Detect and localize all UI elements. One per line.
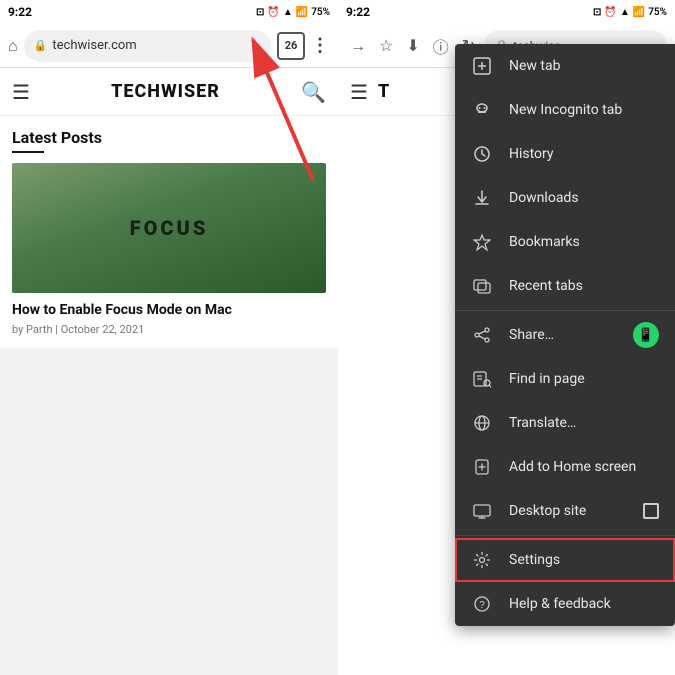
status-bar-left: 9:22 ⊡ ⏰ ▲ 📶 75% (0, 0, 338, 24)
battery-text: 75% (311, 7, 330, 18)
lock-icon-left: 🔒 (34, 39, 48, 52)
menu-item-desktop-site[interactable]: Desktop site (455, 489, 675, 533)
article-image-left: FOCUS (12, 163, 326, 293)
add-to-home-label: Add to Home screen (509, 459, 659, 475)
find-in-page-label: Find in page (509, 371, 659, 387)
left-panel: 9:22 ⊡ ⏰ ▲ 📶 75% ⌂ 🔒 techwiser.com 26 ⋮ … (0, 0, 338, 675)
notification-icon: ⊡ (256, 7, 264, 18)
desktop-site-checkbox[interactable] (643, 503, 659, 519)
address-bar-left: ⌂ 🔒 techwiser.com 26 ⋮ (0, 24, 338, 68)
alarm-icon: ⏰ (267, 7, 279, 18)
status-icons-right: ⊡ ⏰ ▲ 📶 75% (593, 7, 667, 18)
menu-item-recent-tabs[interactable]: Recent tabs (455, 264, 675, 308)
help-feedback-label: Help & feedback (509, 596, 659, 612)
find-in-page-icon (471, 368, 493, 390)
recent-tabs-label: Recent tabs (509, 278, 659, 294)
bookmarks-icon (471, 231, 493, 253)
url-box-left[interactable]: 🔒 techwiser.com (24, 30, 271, 62)
add-to-home-icon (471, 456, 493, 478)
status-bar-right: 9:22 ⊡ ⏰ ▲ 📶 75% (338, 0, 675, 24)
hamburger-icon-left[interactable]: ☰ (12, 80, 30, 104)
hamburger-icon-right[interactable]: ☰ (350, 80, 368, 104)
new-incognito-tab-label: New Incognito tab (509, 102, 659, 118)
battery-text-right: 75% (648, 7, 667, 18)
menu-item-history[interactable]: History (455, 132, 675, 176)
share-icon (471, 324, 493, 346)
info-icon[interactable]: ⓘ (429, 30, 453, 62)
translate-icon (471, 412, 493, 434)
forward-icon[interactable]: → (346, 32, 370, 60)
menu-item-translate[interactable]: Translate… (455, 401, 675, 445)
menu-button-left[interactable]: ⋮ (311, 35, 330, 56)
time-right: 9:22 (346, 5, 370, 19)
help-icon: ? (471, 593, 493, 615)
section-divider-left (12, 151, 44, 153)
home-icon-left[interactable]: ⌂ (8, 36, 18, 56)
focus-overlay-text: FOCUS (130, 216, 209, 240)
bookmarks-label: Bookmarks (509, 234, 659, 250)
settings-label: Settings (509, 552, 659, 568)
recent-tabs-icon (471, 275, 493, 297)
menu-item-settings[interactable]: Settings (455, 538, 675, 582)
site-logo-right: T (378, 81, 390, 102)
menu-item-find-in-page[interactable]: Find in page (455, 357, 675, 401)
menu-item-share[interactable]: Share… 📱 (455, 313, 675, 357)
menu-item-add-to-home[interactable]: Add to Home screen (455, 445, 675, 489)
article-meta-left: by Parth | October 22, 2021 (12, 323, 326, 336)
wifi-icon: 📶 (296, 7, 308, 18)
signal-icon: ▲ (283, 7, 293, 18)
signal-icon-right: ▲ (620, 7, 630, 18)
svg-text:?: ? (479, 600, 485, 611)
history-icon (471, 143, 493, 165)
menu-item-downloads[interactable]: Downloads (455, 176, 675, 220)
downloads-icon (471, 187, 493, 209)
history-label: History (509, 146, 659, 162)
site-header-left: ☰ TECHWISER 🔍 (0, 68, 338, 116)
incognito-icon (471, 99, 493, 121)
desktop-site-icon (471, 500, 493, 522)
tabs-button-left[interactable]: 26 (277, 32, 305, 60)
status-icons-left: ⊡ ⏰ ▲ 📶 75% (256, 7, 330, 18)
menu-divider-2 (455, 535, 675, 536)
content-area-left: Latest Posts FOCUS How to Enable Focus M… (0, 116, 338, 348)
translate-label: Translate… (509, 415, 659, 431)
menu-item-bookmarks[interactable]: Bookmarks (455, 220, 675, 264)
browser-content-left: ☰ TECHWISER 🔍 Latest Posts FOCUS How to … (0, 68, 338, 348)
share-label: Share… (509, 327, 617, 343)
settings-icon (471, 549, 493, 571)
star-icon[interactable]: ☆ (375, 32, 397, 59)
fist-image: FOCUS (12, 163, 326, 293)
desktop-site-label: Desktop site (509, 503, 627, 519)
right-panel: 9:22 ⊡ ⏰ ▲ 📶 75% → ☆ ⬇ ⓘ ↻ 🔒 techwise ☰ … (338, 0, 675, 675)
wifi-icon-right: 📶 (633, 7, 645, 18)
section-title-left: Latest Posts (12, 128, 326, 147)
search-icon-left[interactable]: 🔍 (301, 80, 326, 104)
time-left: 9:22 (8, 5, 32, 19)
new-tab-icon (471, 55, 493, 77)
menu-item-help-feedback[interactable]: ? Help & feedback (455, 582, 675, 626)
whatsapp-badge: 📱 (633, 322, 659, 348)
site-logo-left: TECHWISER (111, 81, 220, 102)
notification-icon-right: ⊡ (593, 7, 601, 18)
menu-divider-1 (455, 310, 675, 311)
menu-item-new-tab[interactable]: New tab (455, 44, 675, 88)
alarm-icon-right: ⏰ (604, 7, 616, 18)
downloads-label: Downloads (509, 190, 659, 206)
menu-item-new-incognito-tab[interactable]: New Incognito tab (455, 88, 675, 132)
download-icon[interactable]: ⬇ (402, 32, 423, 59)
dropdown-menu: New tab New Incognito tab History (455, 44, 675, 626)
url-text-left: techwiser.com (52, 38, 136, 53)
new-tab-label: New tab (509, 58, 659, 74)
article-title-left: How to Enable Focus Mode on Mac (12, 301, 326, 319)
